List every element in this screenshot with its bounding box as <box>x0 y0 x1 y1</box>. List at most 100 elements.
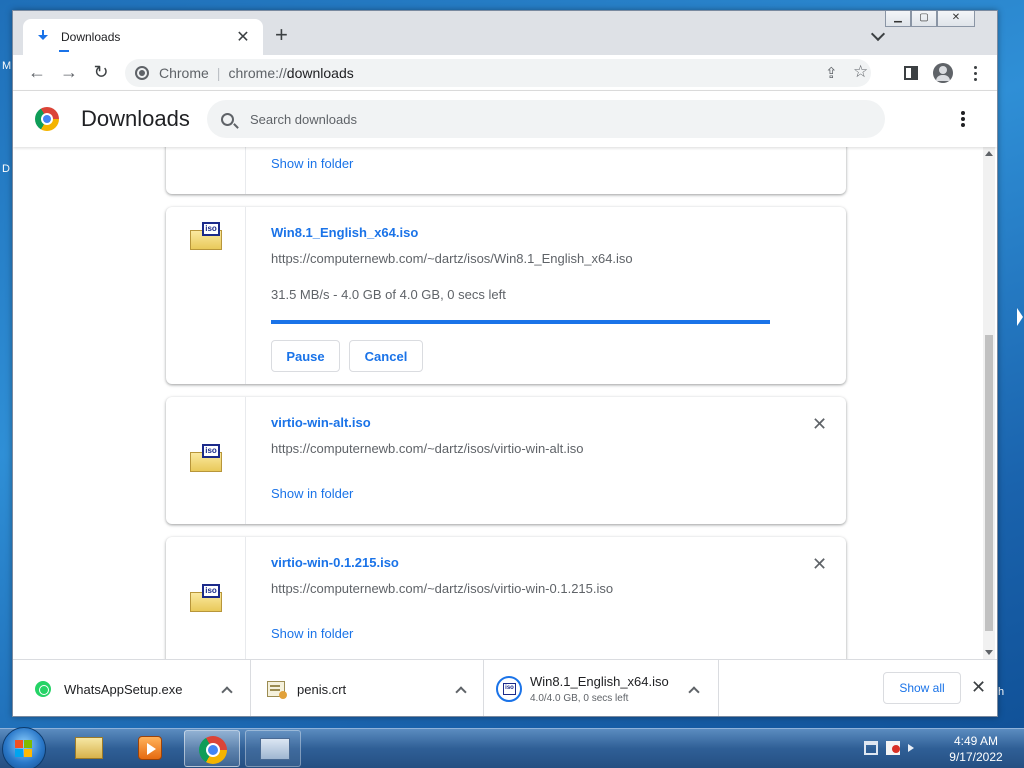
side-panel-button[interactable] <box>897 59 925 87</box>
avatar <box>933 63 953 83</box>
scrollbar[interactable] <box>983 147 995 659</box>
shelf-item-name: WhatsAppSetup.exe <box>64 681 183 697</box>
shelf-item[interactable]: iso Win8.1_English_x64.iso 4.0/4.0 GB, 0… <box>484 660 719 716</box>
tab-title: Downloads <box>61 30 121 44</box>
clock[interactable]: 4:49 AM 9/17/2022 <box>940 733 1012 765</box>
download-card: iso virtio-win-alt.iso ✕ https://compute… <box>166 397 846 524</box>
address-bar[interactable]: Chrome | chrome://downloads ⇪ ☆ <box>125 59 871 87</box>
chevron-up-icon[interactable] <box>221 686 233 698</box>
taskbar-explorer[interactable] <box>61 730 117 767</box>
tab-downloads[interactable]: Downloads ✕ <box>23 19 263 55</box>
start-button[interactable] <box>2 727 46 768</box>
share-icon[interactable]: ⇪ <box>825 64 838 82</box>
search-icon <box>221 112 234 126</box>
download-status: 31.5 MB/s - 4.0 GB of 4.0 GB, 0 secs lef… <box>271 287 506 302</box>
shelf-item[interactable]: WhatsAppSetup.exe <box>13 660 251 716</box>
iso-file-icon: iso <box>190 222 222 250</box>
close-shelf-icon[interactable]: ✕ <box>971 678 986 696</box>
downloads-header: Downloads <box>13 91 997 147</box>
show-in-folder-link[interactable]: Show in folder <box>271 156 353 171</box>
maximize-button[interactable]: ▢ <box>911 11 937 27</box>
shelf-item-status: 4.0/4.0 GB, 0 secs left <box>530 693 629 704</box>
bookmark-star-icon[interactable]: ☆ <box>853 62 868 82</box>
taskbar-media-player[interactable] <box>122 730 178 767</box>
omnibox-divider: | <box>216 65 221 81</box>
remove-from-list-icon[interactable]: ✕ <box>812 555 827 573</box>
mouse-cursor-icon <box>1017 308 1023 326</box>
system-tray <box>864 741 914 755</box>
tab-strip: Downloads ✕ + ▁ ▢ ✕ <box>13 11 997 55</box>
tab-search-chevron-icon[interactable] <box>870 26 886 42</box>
shelf-item-name: Win8.1_English_x64.iso <box>530 674 669 689</box>
back-button[interactable]: ← <box>23 59 51 87</box>
download-card: iso virtio-win-0.1.215.iso ✕ https://com… <box>166 537 846 659</box>
browser-toolbar: ← → ↻ Chrome | chrome://downloads ⇪ ☆ <box>13 55 997 91</box>
folder-icon <box>75 737 103 759</box>
taskbar-keyboard[interactable] <box>245 730 301 767</box>
close-window-button[interactable]: ✕ <box>937 11 975 27</box>
download-shelf: WhatsAppSetup.exe penis.crt iso Win8.1_E… <box>13 659 997 716</box>
download-progress-ring-icon: iso <box>496 676 522 702</box>
action-center-icon[interactable] <box>886 741 900 755</box>
reload-button[interactable]: ↻ <box>87 59 115 87</box>
taskbar-chrome[interactable] <box>184 730 240 767</box>
file-url[interactable]: https://computernewb.com/~dartz/isos/vir… <box>271 441 583 456</box>
download-card: Show in folder <box>166 147 846 194</box>
more-actions-icon[interactable] <box>953 109 973 129</box>
clock-time: 4:49 AM <box>953 734 999 748</box>
chrome-window: Downloads ✕ + ▁ ▢ ✕ ← → ↻ Chrome | chrom… <box>12 10 998 717</box>
chrome-site-icon <box>135 66 149 80</box>
remove-from-list-icon[interactable]: ✕ <box>812 415 827 433</box>
media-player-icon <box>138 736 162 760</box>
cancel-button[interactable]: Cancel <box>349 340 423 372</box>
download-icon <box>35 29 69 52</box>
profile-button[interactable] <box>929 59 957 87</box>
show-in-folder-link[interactable]: Show in folder <box>271 486 353 501</box>
minimize-button[interactable]: ▁ <box>885 11 911 27</box>
side-panel-icon <box>904 66 918 80</box>
search-input[interactable] <box>250 111 810 127</box>
url-path: downloads <box>286 65 354 81</box>
chrome-icon <box>199 736 227 764</box>
file-name-link[interactable]: virtio-win-0.1.215.iso <box>271 555 399 570</box>
desktop-icon-label: M <box>2 60 12 72</box>
window-controls: ▁ ▢ ✕ <box>885 11 975 27</box>
url-scheme: chrome:// <box>228 65 287 81</box>
download-card: iso Win8.1_English_x64.iso https://compu… <box>166 207 846 384</box>
windows-logo-icon <box>15 740 33 758</box>
taskbar: 4:49 AM 9/17/2022 <box>0 727 1024 768</box>
shelf-item[interactable]: penis.crt <box>251 660 484 716</box>
page-title: Downloads <box>81 106 190 131</box>
certificate-icon <box>267 681 287 699</box>
new-tab-button[interactable]: + <box>275 24 288 46</box>
show-all-button[interactable]: Show all <box>883 672 961 704</box>
network-icon[interactable] <box>864 741 878 755</box>
desktop-icon-label: D <box>2 163 10 175</box>
file-url[interactable]: https://computernewb.com/~dartz/isos/vir… <box>271 581 613 596</box>
clock-date: 9/17/2022 <box>949 750 1003 764</box>
downloads-list: Show in folder iso Win8.1_English_x64.is… <box>13 147 997 659</box>
search-box[interactable] <box>207 100 885 138</box>
on-screen-keyboard-icon <box>260 738 290 760</box>
iso-file-icon: iso <box>190 584 222 612</box>
file-name-link[interactable]: Win8.1_English_x64.iso <box>271 225 418 240</box>
desktop-icon-label: h <box>998 686 1005 698</box>
tab-close-icon[interactable]: ✕ <box>235 27 251 47</box>
shelf-item-name: penis.crt <box>297 681 347 697</box>
progress-bar <box>271 320 770 324</box>
scrollbar-thumb[interactable] <box>985 335 993 631</box>
vertical-dots-icon <box>973 65 977 81</box>
whatsapp-icon <box>35 681 51 697</box>
scroll-down-icon[interactable] <box>985 650 993 655</box>
chevron-up-icon[interactable] <box>688 686 700 698</box>
file-name-link[interactable]: virtio-win-alt.iso <box>271 415 371 430</box>
show-in-folder-link[interactable]: Show in folder <box>271 626 353 641</box>
file-url[interactable]: https://computernewb.com/~dartz/isos/Win… <box>271 251 633 266</box>
chrome-logo-icon <box>35 107 59 131</box>
scroll-up-icon[interactable] <box>985 151 993 156</box>
forward-button[interactable]: → <box>55 59 83 87</box>
pause-button[interactable]: Pause <box>271 340 340 372</box>
chevron-up-icon[interactable] <box>455 686 467 698</box>
volume-icon[interactable] <box>908 744 914 752</box>
chrome-menu-button[interactable] <box>961 59 989 87</box>
